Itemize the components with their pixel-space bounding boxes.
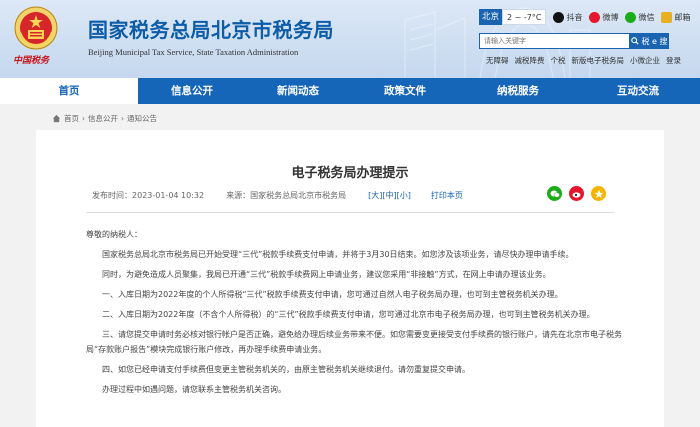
share-qzone-icon[interactable] [591,186,606,201]
social-label: 微信 [638,12,655,22]
search-button[interactable]: 税 e 搜 [630,33,669,49]
font-size-medium[interactable]: [中] [382,190,396,201]
social-label: 邮箱 [674,12,691,22]
search-button-label: 税 e 搜 [641,36,668,46]
site-title-english: Beijing Municipal Tax Service, State Tax… [88,47,299,57]
social-douyin[interactable]: 抖音 [553,11,583,23]
link-individual-tax[interactable]: 个税 [551,55,566,66]
share-buttons [547,186,606,201]
social-weibo[interactable]: 微博 [589,11,619,23]
article-title: 电子税务局办理提示 [291,166,409,181]
publish-label: 发布时间： [92,191,132,200]
wechat-icon [625,11,637,23]
social-mail[interactable]: 邮箱 [661,11,691,23]
breadcrumb: 首页 › 信息公开 › 通知公告 [52,113,157,124]
source-label: 来源： [226,191,251,200]
publish-time: 2023-01-04 10:32 [132,191,205,200]
link-e-tax-bureau[interactable]: 新版电子税务局 [572,55,625,66]
quick-links: 无障碍 减税降费 个税 新版电子税务局 小微企业 登录 [486,55,681,66]
paragraph: 二、入库日期为2022年度（不含个人所得税）的“三代”税款手续费支付申请，您可通… [102,310,595,319]
city-selector[interactable]: 北京 [479,9,503,25]
salutation: 尊敬的纳税人： [86,230,142,239]
main-nav: 首页 信息公开 新闻动态 政策文件 纳税服务 互动交流 [0,78,700,104]
breadcrumb-info[interactable]: 信息公开 [88,113,118,124]
nav-policy-docs[interactable]: 政策文件 [350,78,460,104]
nav-info-disclosure[interactable]: 信息公开 [138,78,246,104]
font-size-small[interactable]: [小] [397,190,411,201]
link-login[interactable]: 登录 [666,55,681,66]
paragraph: 国家税务总局北京市税务局已开始受理“三代”税款手续费支付申请，并将于3月30日结… [102,250,574,259]
tax-emblem-icon [14,6,58,50]
home-icon [52,114,61,123]
paragraph: 同时，为避免造成人员聚集，我局已开通“三代”税款手续费网上申请业务，建议您采用“… [102,270,551,279]
source-name: 国家税务总局北京市税务局 [250,191,347,200]
share-wechat-icon[interactable] [547,186,562,201]
social-label: 抖音 [566,12,583,22]
search-input[interactable] [479,33,630,49]
paragraph: 一、入库日期为2022年度的个人所得税“三代”税款手续费支付申请，您可通过自然人… [102,290,563,299]
search-icon [631,37,640,45]
site-title[interactable]: 国家税务总局北京市税务局 [88,14,334,43]
article-container: 电子税务局办理提示 发布时间： 2023-01-04 10:32 来源： 国家税… [36,130,664,427]
nav-tax-service[interactable]: 纳税服务 [460,78,576,104]
article-meta: 发布时间： 2023-01-04 10:32 来源： 国家税务总局北京市税务局 … [92,190,463,201]
divider [86,212,614,213]
article-body: 尊敬的纳税人： 国家税务总局北京市税务局已开始受理“三代”税款手续费支付申请，并… [86,227,626,402]
link-tax-reduction[interactable]: 减税降费 [515,55,545,66]
nav-news[interactable]: 新闻动态 [246,78,350,104]
paragraph: 四、如您已经申请支付手续费但变更主管税务机关的，由原主管税务机关继续退付。请勿重… [102,365,470,374]
font-size-large[interactable]: [大] [368,190,382,201]
weibo-icon [589,11,601,23]
breadcrumb-separator: › [82,114,85,123]
breadcrumb-current[interactable]: 通知公告 [127,113,157,124]
nav-interaction[interactable]: 互动交流 [576,78,700,104]
paragraph: 办理过程中如遇问题，请您联系主管税务机关咨询。 [102,385,286,394]
douyin-icon [553,11,565,23]
paragraph: 三、请您提交申请时务必核对银行帐户是否正确，避免给办理后续业务带来不便。如您需要… [86,330,622,354]
link-small-business[interactable]: 小微企业 [630,55,660,66]
share-weibo-icon[interactable] [569,186,584,201]
site-header: 中国税务 国家税务总局北京市税务局 Beijing Municipal Tax … [0,0,700,78]
social-label: 微博 [602,12,619,22]
link-accessibility[interactable]: 无障碍 [486,55,509,66]
mail-icon [661,11,673,23]
breadcrumb-home[interactable]: 首页 [64,113,79,124]
top-utility-bar: 北京 2 ~ -7°C 抖音 微博 微信 邮箱 [479,9,697,25]
nav-home[interactable]: 首页 [0,78,138,104]
logo-script-text: 中国税务 [13,56,50,66]
search-bar: 税 e 搜 [479,33,669,49]
social-wechat[interactable]: 微信 [625,11,655,23]
weather-display: 2 ~ -7°C [502,9,547,25]
print-link[interactable]: 打印本页 [431,190,463,201]
breadcrumb-separator: › [121,114,124,123]
